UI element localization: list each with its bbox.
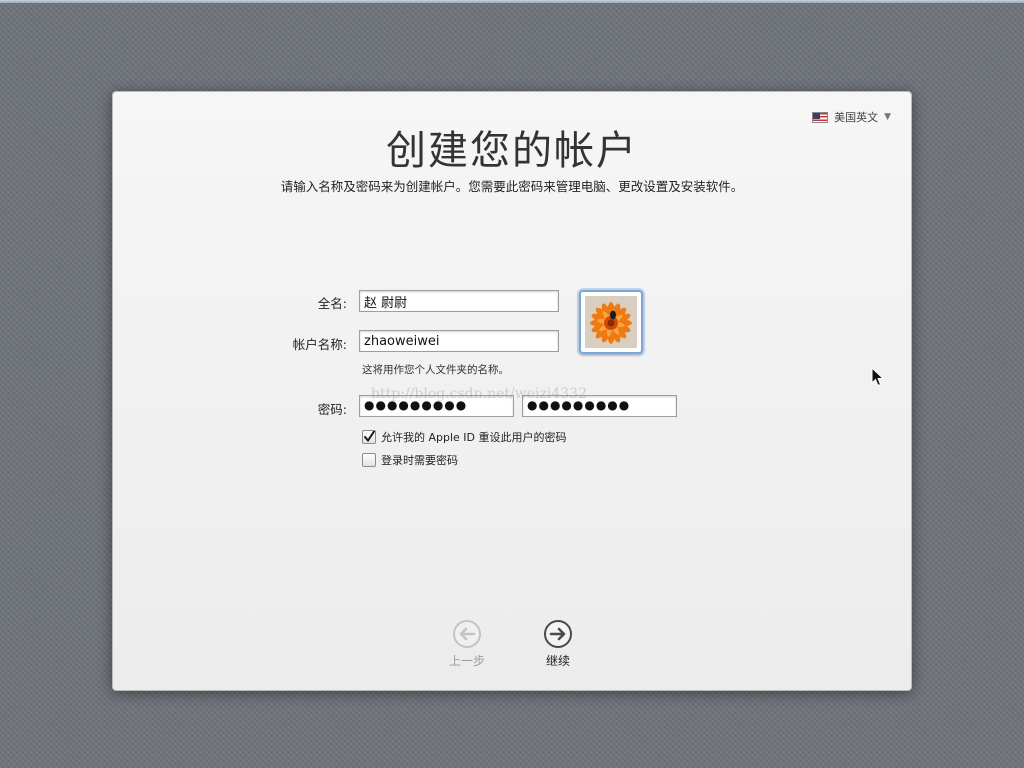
require-password-checkbox[interactable] bbox=[362, 453, 376, 467]
forward-arrow-icon bbox=[543, 619, 573, 649]
back-arrow-icon bbox=[452, 619, 482, 649]
top-edge bbox=[0, 0, 1024, 3]
page-subtitle: 请输入名称及密码来为创建帐户。您需要此密码来管理电脑、更改设置及安装软件。 bbox=[280, 179, 744, 194]
checkmark-icon bbox=[364, 431, 375, 443]
password-field[interactable]: ●●●●●●●●● bbox=[359, 395, 514, 417]
flower-avatar-icon bbox=[585, 296, 637, 348]
full-name-label: 全名: bbox=[317, 296, 347, 311]
continue-button-label: 继续 bbox=[545, 654, 570, 668]
page-title: 创建您的帐户 bbox=[386, 128, 638, 174]
account-name-field[interactable] bbox=[359, 330, 559, 352]
require-password-option[interactable]: 登录时需要密码 bbox=[362, 452, 458, 468]
password-label: 密码: bbox=[317, 402, 347, 417]
setup-assistant-panel: 美国英文 ▼ 创建您的帐户 请输入名称及密码来为创建帐户。您需要此密码来管理电脑… bbox=[112, 91, 912, 691]
account-name-hint: 这将用作您个人文件夹的名称。 bbox=[362, 364, 509, 376]
full-name-field[interactable] bbox=[359, 290, 559, 312]
account-name-label: 帐户名称: bbox=[292, 337, 347, 352]
back-button[interactable]: 上一步 bbox=[437, 619, 497, 669]
back-button-label: 上一步 bbox=[448, 654, 485, 668]
apple-id-reset-checkbox[interactable] bbox=[362, 430, 376, 444]
avatar-picture-button[interactable] bbox=[579, 290, 643, 354]
apple-id-reset-label: 允许我的 Apple ID 重设此用户的密码 bbox=[381, 431, 567, 444]
verify-password-field[interactable]: ●●●●●●●●● bbox=[522, 395, 677, 417]
require-password-label: 登录时需要密码 bbox=[381, 454, 458, 467]
mouse-pointer-icon bbox=[871, 367, 885, 387]
continue-button[interactable]: 继续 bbox=[528, 619, 588, 669]
apple-id-reset-option[interactable]: 允许我的 Apple ID 重设此用户的密码 bbox=[362, 429, 567, 445]
